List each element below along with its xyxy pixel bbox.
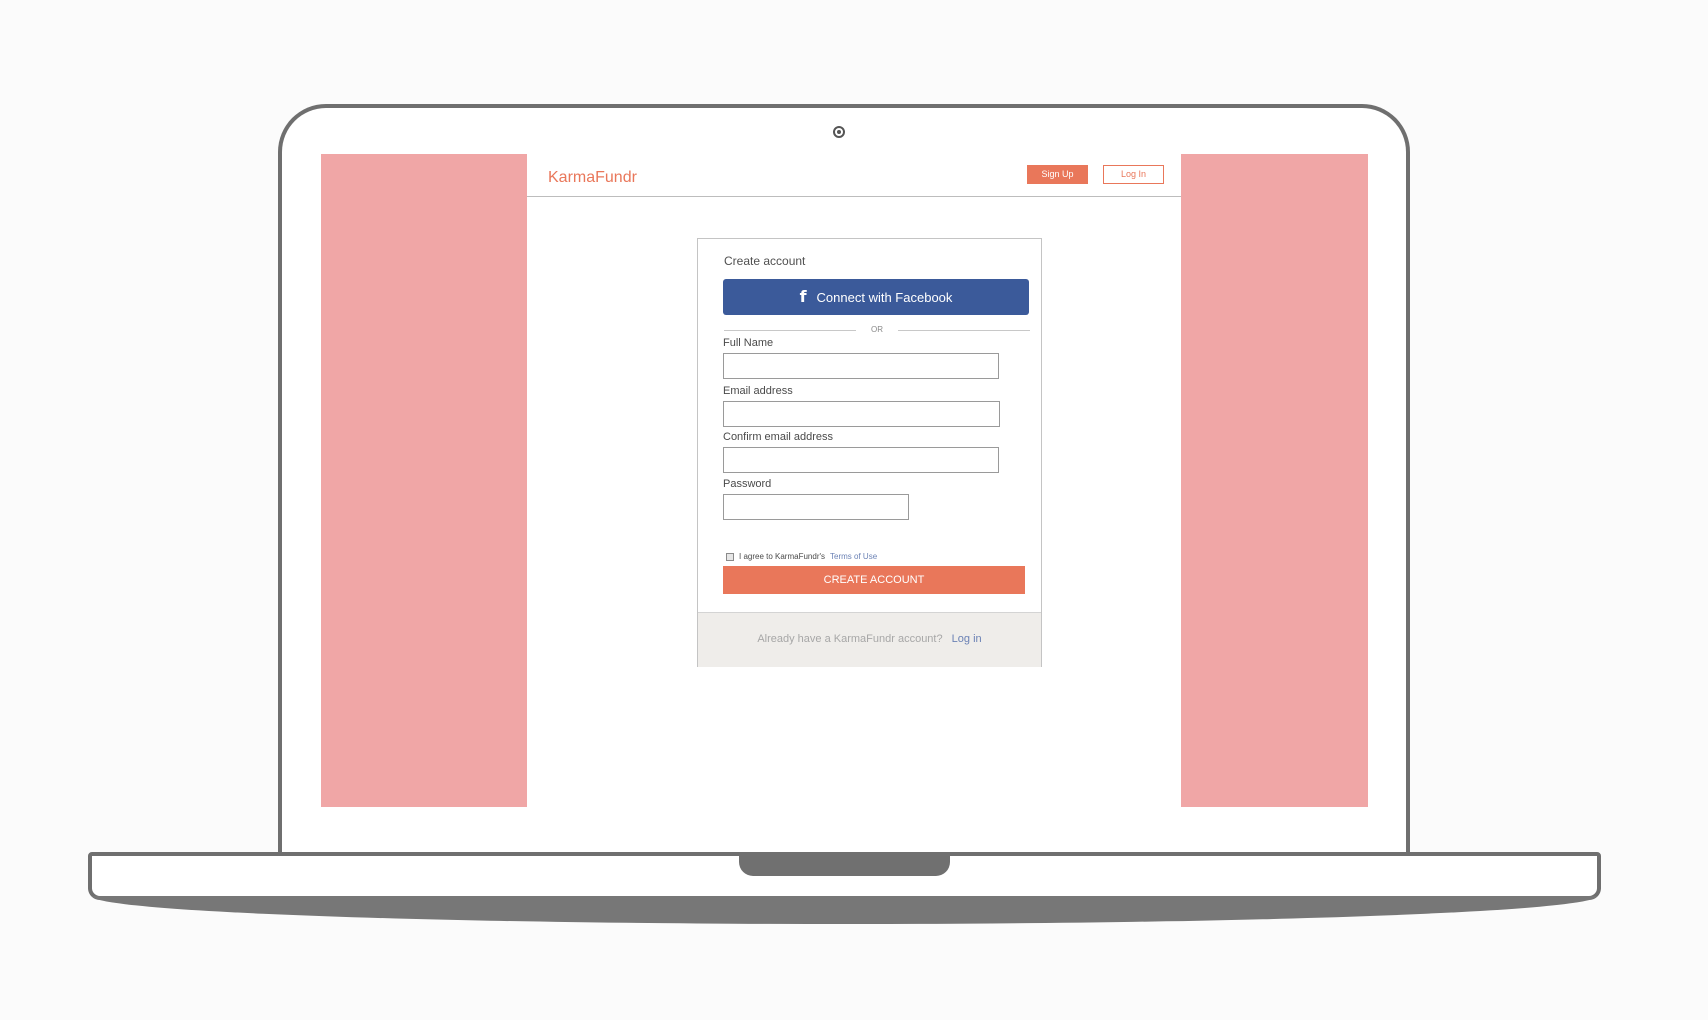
- password-input[interactable]: [723, 494, 909, 520]
- divider-line: [898, 330, 1030, 331]
- facebook-icon: f: [799, 287, 807, 306]
- card-title: Create account: [724, 254, 806, 268]
- footer-text: Already have a KarmaFundr account?: [757, 633, 943, 645]
- password-label: Password: [723, 478, 772, 490]
- terms-of-use-link[interactable]: Terms of Use: [830, 552, 877, 561]
- left-side-panel: [321, 154, 527, 807]
- laptop-hinge: [739, 852, 950, 876]
- confirm-email-input[interactable]: [723, 447, 999, 473]
- terms-agreement: I agree to KarmaFundr's Terms of Use: [726, 552, 877, 561]
- site-header: KarmaFundr Sign Up Log In: [527, 154, 1181, 197]
- right-side-panel: [1181, 154, 1368, 807]
- create-account-button[interactable]: CREATE ACCOUNT: [723, 566, 1025, 594]
- brand-logo[interactable]: KarmaFundr: [548, 169, 637, 187]
- agree-text: I agree to KarmaFundr's: [739, 552, 826, 561]
- email-label: Email address: [723, 385, 793, 397]
- terms-checkbox[interactable]: [726, 552, 734, 561]
- laptop-screen: KarmaFundr Sign Up Log In Create account…: [321, 154, 1368, 807]
- full-name-label: Full Name: [723, 337, 774, 349]
- full-name-input[interactable]: [723, 353, 999, 379]
- footer-login-link[interactable]: Log in: [952, 633, 982, 645]
- signup-button[interactable]: Sign Up: [1027, 165, 1088, 184]
- facebook-button-label: Connect with Facebook: [816, 289, 953, 305]
- connect-facebook-button[interactable]: f Connect with Facebook: [723, 279, 1029, 315]
- webcam-icon: [833, 126, 845, 138]
- or-divider: OR: [724, 324, 1030, 336]
- create-account-card: Create account f Connect with Facebook O…: [697, 238, 1042, 667]
- email-input[interactable]: [723, 401, 1000, 427]
- laptop-foot: [92, 896, 1597, 924]
- confirm-email-label: Confirm email address: [723, 431, 834, 443]
- card-footer: Already have a KarmaFundr account? Log i…: [698, 612, 1041, 667]
- login-button[interactable]: Log In: [1103, 165, 1164, 184]
